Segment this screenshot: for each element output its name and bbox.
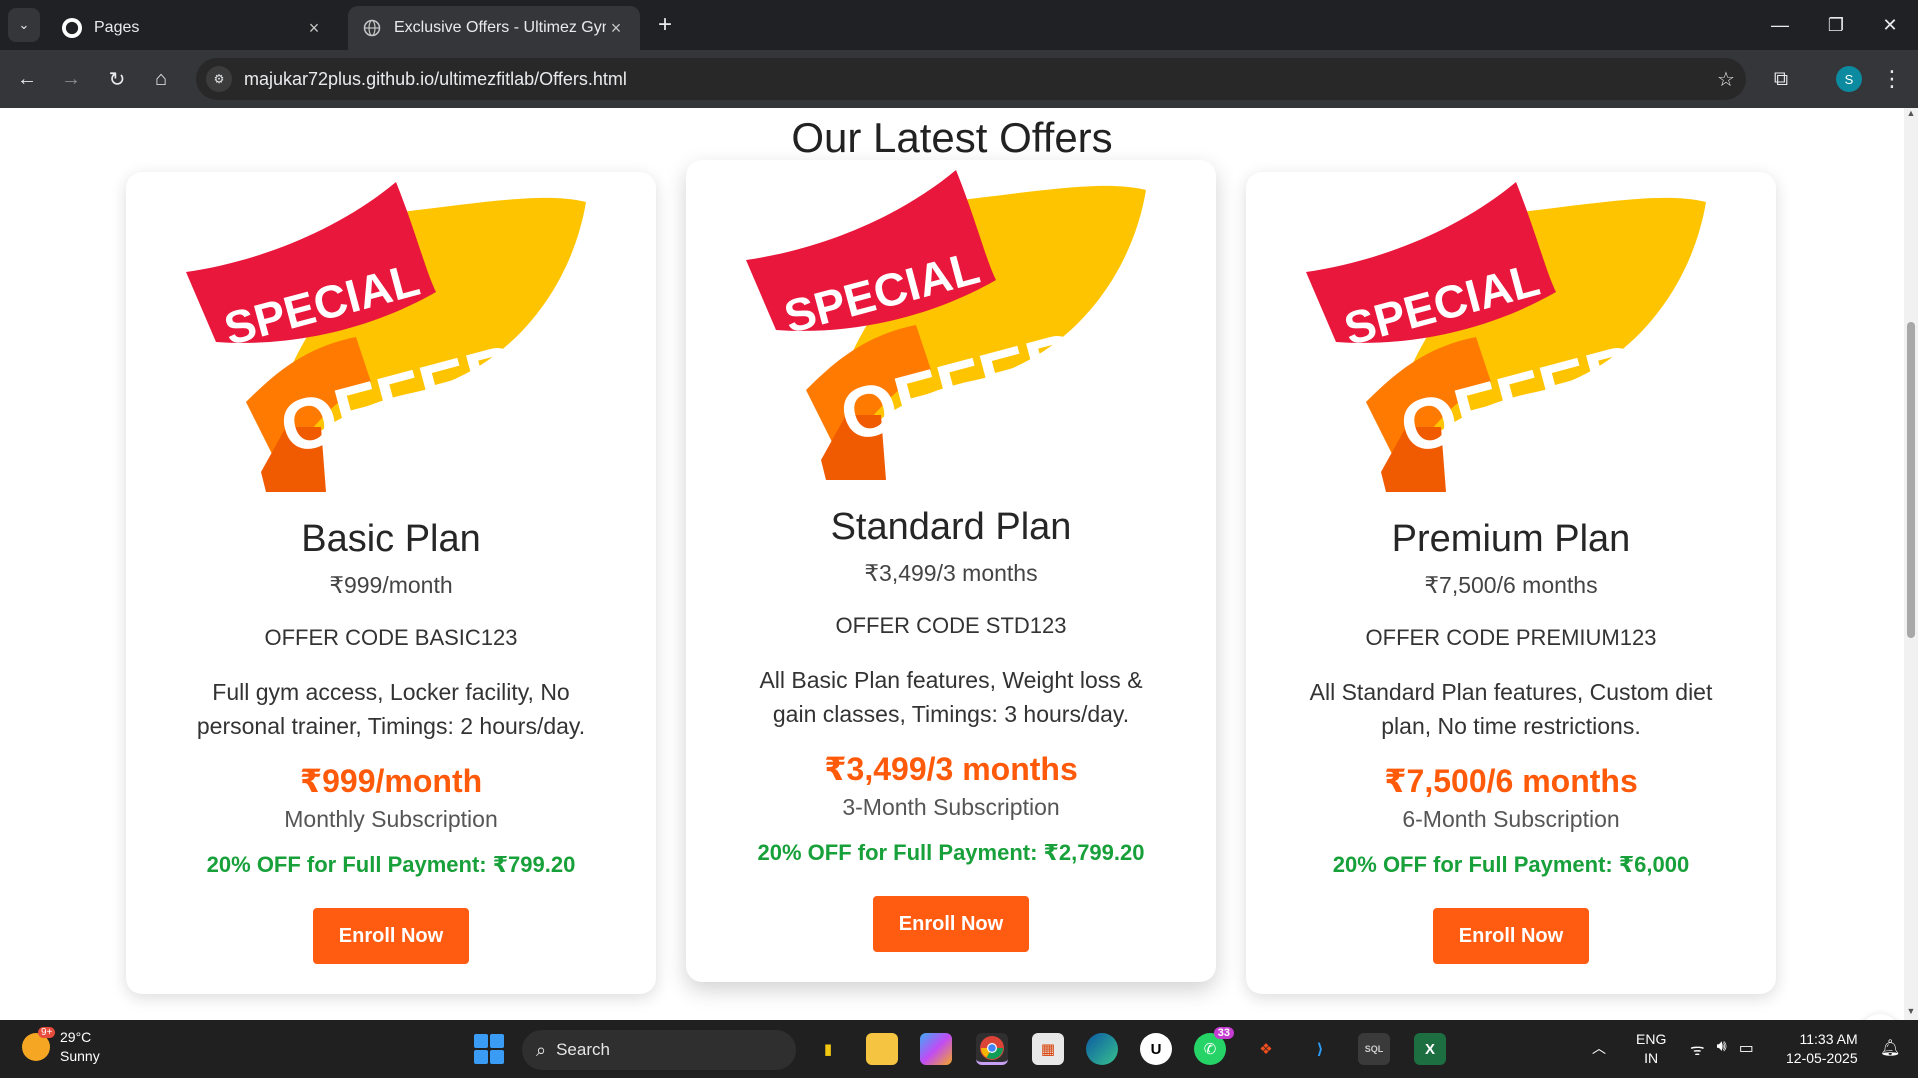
- offer-code: OFFER CODE STD123: [835, 613, 1067, 638]
- bookmark-star-icon[interactable]: ☆: [1706, 67, 1746, 92]
- store-icon[interactable]: ▦: [1032, 1033, 1064, 1065]
- globe-icon: [362, 18, 382, 38]
- address-bar[interactable]: ⚙ majukar72plus.github.io/ultimezfitlab/…: [196, 58, 1746, 100]
- whatsapp-badge: 33: [1213, 1027, 1234, 1039]
- reload-icon[interactable]: ↻: [100, 62, 134, 96]
- search-label: Search: [556, 1040, 610, 1059]
- edge-icon[interactable]: [1086, 1033, 1118, 1065]
- tab-pages[interactable]: Pages ×: [48, 6, 338, 50]
- url-text[interactable]: majukar72plus.github.io/ultimezfitlab/Of…: [244, 69, 1706, 90]
- tab-title: Pages: [94, 19, 140, 36]
- weather-badge: 9+: [38, 1027, 56, 1038]
- offer-code: OFFER CODE BASIC123: [264, 625, 518, 650]
- system-tray[interactable]: ᯤ 🔊︎ ▭: [1690, 1038, 1754, 1060]
- windows-taskbar: 9+ 29°C Sunny ⌕ Search ▮ ▦ U ✆ 33 ❖ ⟩ SQ…: [0, 1020, 1918, 1078]
- plan-name: Premium Plan: [1391, 518, 1631, 560]
- minimize-icon[interactable]: —: [1752, 0, 1808, 50]
- highlight-price: ₹3,499/3 months: [824, 751, 1078, 787]
- plan-name: Standard Plan: [830, 506, 1072, 548]
- close-window-icon[interactable]: ✕: [1862, 0, 1918, 50]
- subscription-type: 6-Month Subscription: [1402, 806, 1620, 832]
- page-title: Our Latest Offers: [791, 114, 1113, 161]
- special-offer-badge: SPECIAL OFFER: [186, 182, 586, 492]
- page-scrollbar[interactable]: ▲ ▼: [1904, 108, 1918, 1020]
- vscode-icon[interactable]: ⟩: [1304, 1033, 1336, 1065]
- discount-text: 20% OFF for Full Payment: ₹2,799.20: [757, 840, 1145, 865]
- back-icon[interactable]: ←: [10, 62, 44, 96]
- plan-card-standard: SPECIAL OFFER Standard Plan ₹3,499/3 mon…: [686, 160, 1216, 982]
- udemy-icon[interactable]: U: [1140, 1033, 1172, 1065]
- chrome-icon[interactable]: [976, 1033, 1008, 1065]
- scroll-thumb[interactable]: [1907, 322, 1915, 638]
- highlight-price: ₹7,500/6 months: [1384, 763, 1638, 799]
- lang-line1: ENG: [1636, 1031, 1667, 1047]
- language-indicator[interactable]: ENG IN: [1636, 1030, 1666, 1068]
- discount-text: 20% OFF for Full Payment: ₹6,000: [1332, 852, 1690, 877]
- lang-line2: IN: [1644, 1050, 1659, 1066]
- plan-price: ₹3,499/3 months: [864, 560, 1038, 586]
- plan-card-basic: SPECIAL OFFER Basic Plan ₹999/month OFFE…: [126, 172, 656, 994]
- extensions-icon[interactable]: ⧉: [1766, 64, 1796, 94]
- file-explorer-icon[interactable]: [866, 1033, 898, 1065]
- excel-icon[interactable]: X: [1414, 1033, 1446, 1065]
- plan-price: ₹999/month: [329, 572, 453, 598]
- volume-icon[interactable]: 🔊︎: [1717, 1038, 1727, 1060]
- site-info-icon[interactable]: ⚙: [206, 66, 232, 92]
- chevron-down-icon: ⌄: [18, 17, 30, 32]
- wifi-icon[interactable]: ᯤ: [1690, 1038, 1705, 1060]
- clock-date: 12-05-2025: [1786, 1050, 1858, 1066]
- sql-server-icon[interactable]: SQL: [1358, 1033, 1390, 1065]
- plan-price: ₹7,500/6 months: [1424, 572, 1598, 598]
- plan-description: All Basic Plan features, Weight loss & g…: [759, 667, 1143, 727]
- discount-text: 20% OFF for Full Payment: ₹799.20: [206, 852, 576, 877]
- browser-toolbar: ← → ↻ ⌂ ⚙ majukar72plus.github.io/ultime…: [0, 50, 1918, 108]
- power-bi-icon[interactable]: ▮: [812, 1033, 844, 1065]
- scroll-up-arrow-icon[interactable]: ▲: [1904, 108, 1918, 122]
- enroll-now-button[interactable]: Enroll Now: [313, 908, 469, 964]
- browser-titlebar: ⌄ Pages × Exclusive Offers - Ultimez Gym…: [0, 0, 1918, 50]
- weather-temp: 29°C: [60, 1029, 92, 1045]
- page-content: Our Latest Offers SPECIAL OFFER Basic Pl…: [0, 108, 1904, 1020]
- battery-icon[interactable]: ▭: [1739, 1038, 1754, 1060]
- windows-start-icon[interactable]: [474, 1034, 504, 1064]
- copilot-icon[interactable]: [920, 1033, 952, 1065]
- plan-description: Full gym access, Locker facility, No per…: [196, 679, 586, 739]
- highlight-price: ₹999/month: [299, 763, 483, 799]
- sun-icon: 9+: [22, 1027, 56, 1061]
- plan-name: Basic Plan: [301, 518, 481, 560]
- tab-exclusive-offers[interactable]: Exclusive Offers - Ultimez Gym ×: [348, 6, 640, 50]
- scroll-down-arrow-icon[interactable]: ▼: [1904, 1006, 1918, 1020]
- enroll-now-button[interactable]: Enroll Now: [873, 896, 1029, 952]
- github-icon: [62, 18, 82, 38]
- weather-widget[interactable]: 9+ 29°C Sunny: [22, 1027, 100, 1066]
- whatsapp-icon[interactable]: ✆ 33: [1194, 1027, 1234, 1065]
- special-offer-badge: SPECIAL OFFER: [746, 170, 1146, 480]
- forward-icon[interactable]: →: [54, 62, 88, 96]
- close-tab-icon[interactable]: ×: [304, 18, 324, 39]
- tab-search-button[interactable]: ⌄: [8, 8, 40, 42]
- clock[interactable]: 11:33 AM 12-05-2025: [1786, 1030, 1858, 1068]
- subscription-type: 3-Month Subscription: [842, 794, 1060, 820]
- enroll-now-button[interactable]: Enroll Now: [1433, 908, 1589, 964]
- subscription-type: Monthly Subscription: [284, 806, 498, 832]
- taskbar-search[interactable]: ⌕ Search: [522, 1030, 796, 1070]
- restore-icon[interactable]: ❐: [1808, 0, 1864, 50]
- tab-title: Exclusive Offers - Ultimez Gym: [394, 19, 606, 36]
- notification-bell-icon[interactable]: 🔔︎: [1880, 1038, 1900, 1058]
- plan-description: All Standard Plan features, Custom diet …: [1309, 679, 1713, 739]
- plan-card-premium: SPECIAL OFFER Premium Plan ₹7,500/6 mont…: [1246, 172, 1776, 994]
- home-icon[interactable]: ⌂: [144, 62, 178, 96]
- menu-dots-icon[interactable]: ⋮: [1880, 64, 1904, 94]
- profile-avatar[interactable]: S: [1836, 66, 1862, 92]
- offer-code: OFFER CODE PREMIUM123: [1365, 625, 1657, 650]
- new-tab-button[interactable]: +: [650, 10, 680, 40]
- special-offer-badge: SPECIAL OFFER: [1306, 182, 1706, 492]
- clock-time: 11:33 AM: [1799, 1031, 1858, 1047]
- search-icon: ⌕: [536, 1039, 547, 1060]
- close-tab-icon[interactable]: ×: [606, 18, 626, 39]
- chevron-up-icon[interactable]: ︿: [1592, 1038, 1606, 1058]
- figma-icon[interactable]: ❖: [1250, 1033, 1282, 1065]
- weather-desc: Sunny: [60, 1048, 100, 1064]
